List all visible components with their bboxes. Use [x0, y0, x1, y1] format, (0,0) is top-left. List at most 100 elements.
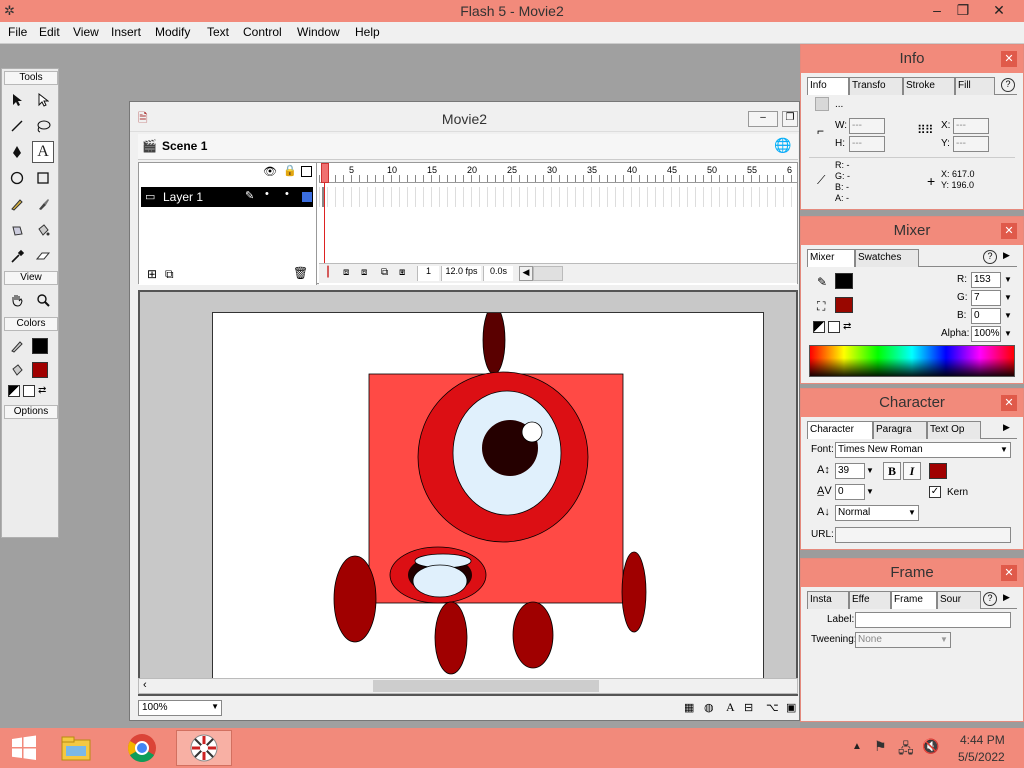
lock-dot[interactable]: • — [285, 188, 289, 200]
scroll-left-icon[interactable]: ◀ — [519, 266, 533, 281]
tab-instance[interactable]: Insta — [807, 591, 849, 609]
pencil-tool-icon[interactable] — [6, 193, 28, 215]
actions-icon[interactable]: ▣ — [786, 701, 796, 714]
horizontal-scrollbar[interactable]: ‹ — [138, 678, 798, 694]
stage[interactable] — [212, 305, 764, 682]
pen-tool-icon[interactable] — [6, 141, 28, 163]
default-colors-icon[interactable] — [8, 385, 20, 397]
center-frame-icon[interactable]: ┃ — [325, 267, 331, 278]
frame-label-field[interactable] — [855, 612, 1011, 628]
flag-icon[interactable]: ⚑ — [874, 738, 887, 755]
tab-sound[interactable]: Sour — [937, 591, 981, 609]
tab-fill[interactable]: Fill — [955, 77, 995, 95]
mixer-close-icon[interactable]: ✕ — [1001, 223, 1017, 239]
zoom-select[interactable]: 100% ▼ — [138, 700, 222, 716]
arrow-tool-icon[interactable] — [6, 89, 28, 111]
fill-color-swatch[interactable] — [32, 362, 48, 378]
tab-transform[interactable]: Transfo — [849, 77, 903, 95]
show-hidden-icons-icon[interactable]: ▲ — [852, 741, 862, 752]
scene-icon-small[interactable]: ▦ — [684, 701, 694, 714]
menu-control[interactable]: Control — [243, 25, 282, 39]
tab-swatches[interactable]: Swatches — [855, 249, 919, 267]
add-guide-layer-icon[interactable]: ⧉ — [165, 267, 174, 282]
panel-menu-arrow-icon[interactable]: ▶ — [1003, 422, 1010, 433]
italic-button[interactable]: I — [903, 462, 921, 480]
mixer-stroke-swatch[interactable] — [835, 273, 853, 289]
no-color-icon[interactable] — [23, 385, 35, 397]
hand-tool-icon[interactable] — [6, 289, 28, 311]
grid-icon[interactable]: ⠿⠿ — [917, 123, 934, 137]
x-field[interactable]: --- — [953, 118, 989, 134]
close-button[interactable]: ✕ — [986, 2, 1012, 19]
edit-frames-icon[interactable]: ⧉ — [381, 267, 388, 278]
tab-character[interactable]: Character — [807, 421, 873, 439]
subselect-tool-icon[interactable] — [32, 89, 54, 111]
baseline-dropdown-icon[interactable]: ▼ — [907, 506, 917, 520]
edit-scene-icon[interactable]: 🌐 — [774, 137, 791, 154]
tab-info[interactable]: Info — [807, 77, 849, 95]
minimize-button[interactable]: – — [924, 2, 950, 18]
rectangle-tool-icon[interactable] — [32, 167, 54, 189]
help-icon[interactable]: ? — [1001, 78, 1015, 92]
font-size-dropdown-icon[interactable]: ▼ — [865, 464, 875, 478]
line-tool-icon[interactable] — [6, 115, 28, 137]
scroll-left-arrow-icon[interactable]: ‹ — [143, 679, 147, 691]
zoom-tool-icon[interactable] — [32, 289, 54, 311]
tab-stroke[interactable]: Stroke — [903, 77, 955, 95]
text-tool-icon[interactable]: A — [32, 141, 54, 163]
eraser-tool-icon[interactable] — [32, 245, 54, 267]
g-dropdown-icon[interactable]: ▼ — [1003, 291, 1013, 305]
chrome-icon[interactable] — [120, 730, 164, 766]
menu-view[interactable]: View — [73, 25, 99, 39]
tab-paragraph[interactable]: Paragra — [873, 421, 927, 439]
g-field[interactable]: 7 — [971, 290, 1001, 306]
scroll-thumb[interactable] — [373, 680, 599, 692]
movie-minimize-button[interactable]: – — [748, 111, 778, 127]
w-field[interactable]: --- — [849, 118, 885, 134]
outline-icon[interactable] — [301, 166, 312, 177]
paint-bucket-tool-icon[interactable] — [32, 219, 54, 241]
brush-tool-icon[interactable] — [32, 193, 54, 215]
file-explorer-icon[interactable] — [54, 730, 98, 766]
r-dropdown-icon[interactable]: ▼ — [1003, 273, 1013, 287]
no-color-icon[interactable] — [828, 321, 840, 333]
menu-insert[interactable]: Insert — [111, 25, 141, 39]
restore-button[interactable]: ❐ — [950, 2, 976, 19]
font-size-field[interactable]: 39 — [835, 463, 865, 479]
font-select[interactable]: Times New Roman — [835, 442, 1011, 458]
frame-close-icon[interactable]: ✕ — [1001, 565, 1017, 581]
menu-file[interactable]: File — [8, 25, 27, 39]
tweening-dropdown-icon[interactable]: ▼ — [939, 633, 949, 647]
info-close-icon[interactable]: ✕ — [1001, 51, 1017, 67]
tab-frame[interactable]: Frame — [891, 591, 937, 609]
alpha-field[interactable]: 100% — [971, 326, 1001, 342]
lock-icon[interactable]: 🔒 — [283, 164, 297, 177]
panel-menu-arrow-icon[interactable]: ▶ — [1003, 592, 1010, 603]
tab-effect[interactable]: Effe — [849, 591, 891, 609]
dropper-tool-icon[interactable] — [6, 245, 28, 267]
help-icon[interactable]: ? — [983, 592, 997, 606]
character-panel-icon[interactable]: A — [726, 700, 735, 715]
tracking-dropdown-icon[interactable]: ▼ — [865, 485, 875, 499]
character-close-icon[interactable]: ✕ — [1001, 395, 1017, 411]
color-spectrum[interactable] — [809, 345, 1015, 377]
frame-row[interactable] — [319, 187, 797, 207]
url-field[interactable] — [835, 527, 1011, 543]
layer-row[interactable]: ▭ Layer 1 ✎ • • — [141, 187, 313, 207]
ink-bottle-tool-icon[interactable] — [6, 219, 28, 241]
text-color-swatch[interactable] — [929, 463, 947, 479]
font-dropdown-icon[interactable]: ▼ — [999, 443, 1009, 457]
tab-text-options[interactable]: Text Op — [927, 421, 981, 439]
tweening-select[interactable]: None — [855, 632, 951, 648]
menu-edit[interactable]: Edit — [39, 25, 60, 39]
h-field[interactable]: --- — [849, 136, 885, 152]
onion-skin-icon[interactable]: ⧈ — [343, 267, 349, 278]
help-icon[interactable]: ? — [983, 250, 997, 264]
clock-date[interactable]: 5/5/2022 — [958, 750, 1005, 764]
volume-muted-icon[interactable]: 🔇 — [922, 738, 939, 755]
b-field[interactable]: 0 — [971, 308, 1001, 324]
panel-menu-arrow-icon[interactable]: ▶ — [1003, 250, 1010, 261]
lasso-tool-icon[interactable] — [32, 115, 54, 137]
start-button[interactable] — [2, 730, 46, 766]
registration-icon[interactable]: ⌐ — [817, 124, 824, 138]
